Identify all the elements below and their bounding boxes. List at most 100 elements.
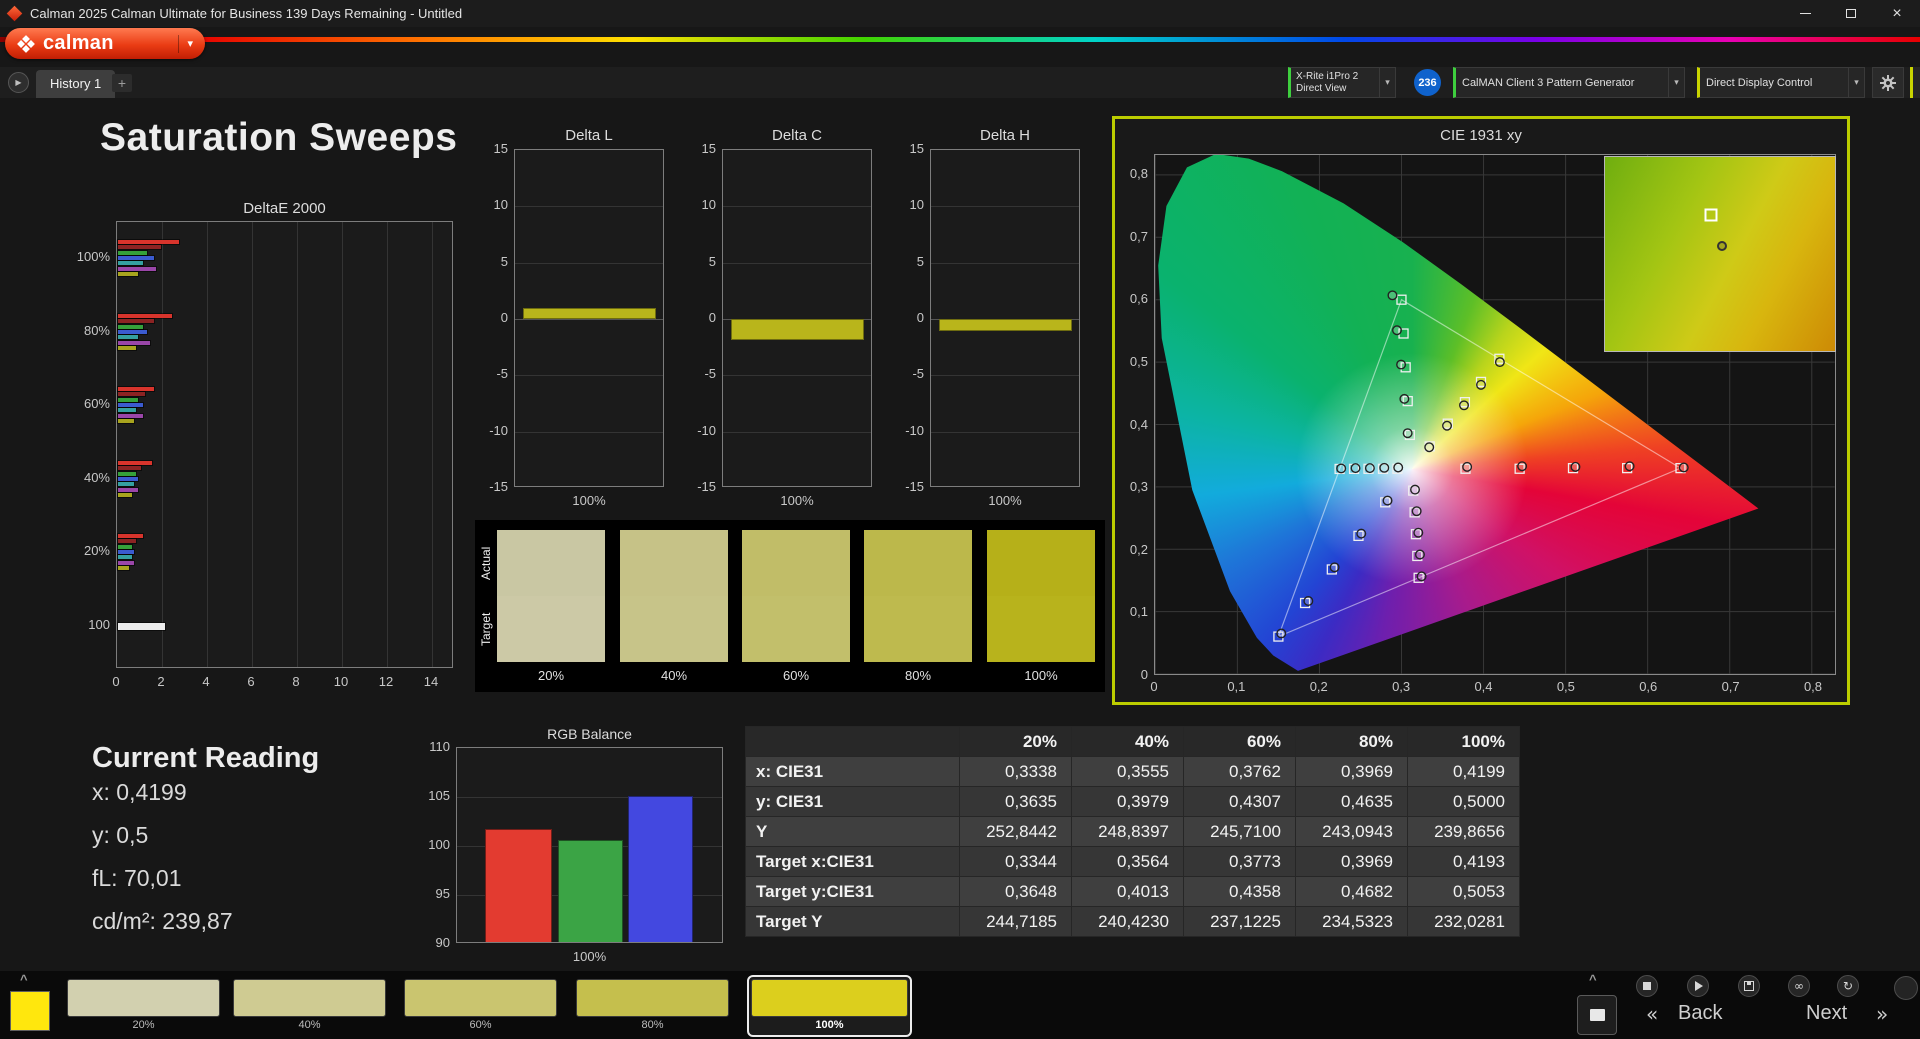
delta-y-tick: -10 <box>905 422 924 438</box>
window-controls: × <box>1782 0 1920 27</box>
chevron-up-icon[interactable]: ^ <box>20 972 28 987</box>
display-control-dropdown[interactable]: Direct Display Control ▾ <box>1697 67 1865 98</box>
logo-text: calman <box>43 32 114 54</box>
swatch-color <box>751 979 908 1017</box>
tab-history-1[interactable]: History 1 <box>36 70 116 98</box>
pattern-swatch-100%[interactable]: 100% <box>747 975 912 1037</box>
results-table-head: 20% 40% 60% 80% 100% <box>745 726 1520 757</box>
link-button[interactable]: ∞ <box>1788 975 1810 997</box>
save-button[interactable] <box>1738 975 1760 997</box>
play-button[interactable] <box>1687 975 1709 997</box>
table-cell: 252,8442 <box>959 816 1072 847</box>
target-swatch <box>864 596 972 662</box>
gridline <box>931 262 1079 264</box>
table-header: 100% <box>1407 726 1520 757</box>
deltae-bar <box>117 238 180 245</box>
settings-button[interactable] <box>1872 67 1904 98</box>
pattern-window-button[interactable] <box>1577 995 1617 1035</box>
table-header: 40% <box>1071 726 1184 757</box>
deltae-bar <box>117 271 140 278</box>
pattern-generator-label: CalMAN Client 3 Pattern Generator <box>1462 76 1635 89</box>
table-cell: 244,7185 <box>959 906 1072 937</box>
red-bar <box>485 829 552 942</box>
table-cell: 243,0943 <box>1295 816 1408 847</box>
deltae-bar <box>117 318 155 325</box>
calman-menu-button[interactable]: calman ▾ <box>5 28 205 59</box>
gear-icon <box>1880 74 1896 91</box>
delta-y-tick: 15 <box>493 141 508 156</box>
rgb-balance-plot <box>456 747 723 943</box>
deltae-x-tick: 10 <box>333 674 349 689</box>
back-arrow-icon[interactable]: « <box>1646 1002 1658 1026</box>
partial-dropdown[interactable] <box>1910 67 1920 98</box>
row-label: Target x:CIE31 <box>745 846 960 877</box>
refresh-button[interactable]: ↻ <box>1837 975 1859 997</box>
deltae-bar <box>117 249 149 256</box>
deltae-bar <box>117 312 173 319</box>
gridline <box>723 431 871 433</box>
inset-measured-marker <box>1717 241 1728 252</box>
actual-row-label: Actual <box>479 546 493 580</box>
gridline <box>387 222 388 667</box>
pattern-swatch-20%[interactable]: 20% <box>67 979 220 1033</box>
gridline <box>432 222 433 667</box>
swatch-color <box>67 979 220 1017</box>
add-tab-button[interactable]: + <box>112 74 132 92</box>
play-icon <box>1695 981 1703 991</box>
pattern-swatch-60%[interactable]: 60% <box>404 979 557 1033</box>
window-icon <box>1589 1009 1605 1021</box>
rgb-y-tick: 100 <box>428 837 450 852</box>
table-cell: 0,3979 <box>1071 786 1184 817</box>
stop-icon <box>1643 982 1651 990</box>
back-button[interactable]: Back <box>1678 1002 1722 1025</box>
cie-zoom-inset <box>1604 156 1836 352</box>
edge-button[interactable] <box>1894 976 1918 1000</box>
delta-y-tick: 0 <box>708 310 716 325</box>
deltae-bar <box>117 465 142 472</box>
chevron-down-icon: ▾ <box>187 37 193 50</box>
table-row: Target y:CIE31 0,3648 0,4013 0,4358 0,4682 0,… <box>745 876 1520 907</box>
pattern-generator-dropdown[interactable]: CalMAN Client 3 Pattern Generator ▾ <box>1453 67 1685 98</box>
meter-dropdown[interactable]: X-Rite i1Pro 2 Direct View ▾ <box>1288 67 1396 98</box>
chevron-up-icon[interactable]: ^ <box>1589 972 1597 987</box>
close-button[interactable]: × <box>1874 0 1920 27</box>
table-cell: 239,8656 <box>1407 816 1520 847</box>
bottom-bar: ^ ^ ∞ ↻ « Back Next » 20% 40% 60% 80% 100% <box>0 971 1920 1039</box>
cie-y-tick: 0,8 <box>1129 166 1148 181</box>
deltae-plot <box>116 221 453 668</box>
deltae-bar <box>117 470 137 477</box>
swatch-label: 40% <box>298 1019 321 1031</box>
maximize-button[interactable] <box>1828 0 1874 27</box>
deltae-bar <box>117 492 133 499</box>
rgb-y-tick: 95 <box>435 886 450 901</box>
swatch-label: 20% <box>132 1019 155 1031</box>
swatch-label: 80% <box>904 668 932 683</box>
delta-x-label: 100% <box>572 493 606 508</box>
current-reading-line: fL: 70,01 <box>92 865 182 891</box>
pattern-swatch-40%[interactable]: 40% <box>233 979 386 1033</box>
gridline <box>723 262 871 264</box>
cie-y-tick: 0 <box>1140 667 1148 682</box>
gridline <box>931 206 1079 208</box>
target-swatch <box>742 596 850 662</box>
blue-bar <box>628 795 693 942</box>
target-swatch <box>620 596 728 662</box>
stop-button[interactable] <box>1636 975 1658 997</box>
table-header: 60% <box>1183 726 1296 757</box>
swatch-color <box>576 979 729 1017</box>
table-cell: 0,3338 <box>959 756 1072 787</box>
deltae-bar <box>117 486 140 493</box>
swatch-label: 80% <box>641 1019 664 1031</box>
calman-window: Calman 2025 Calman Ultimate for Business… <box>0 0 1920 1039</box>
actual-swatch <box>864 530 972 596</box>
minimize-button[interactable] <box>1782 0 1828 27</box>
table-cell: 0,5053 <box>1407 876 1520 907</box>
delta-h-title: Delta H <box>979 127 1031 144</box>
tab-scroll-button[interactable]: ▶ <box>8 72 29 93</box>
next-arrow-icon[interactable]: » <box>1876 1002 1888 1026</box>
swatch-label: 60% <box>782 668 810 683</box>
pattern-swatch-80%[interactable]: 80% <box>576 979 729 1033</box>
delta-bar <box>939 319 1072 332</box>
display-control-label: Direct Display Control <box>1706 76 1813 89</box>
next-button[interactable]: Next <box>1806 1002 1847 1025</box>
